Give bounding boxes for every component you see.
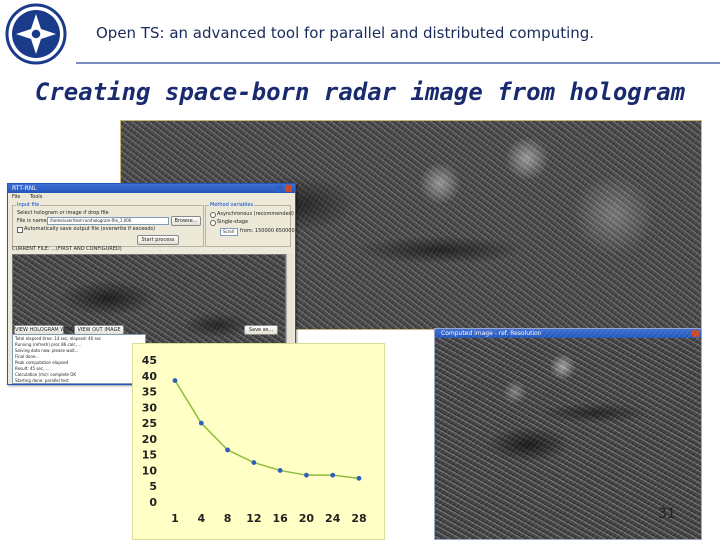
y-tick-label: 25 — [142, 417, 157, 430]
image-caption: CURRENT FILE: ...(FIRST AND CONFIGURED) — [12, 246, 122, 252]
institute-emblem-icon — [5, 3, 67, 65]
slide-header: Open TS: an advanced tool for parallel a… — [0, 0, 720, 68]
input-file-group-label: Input file — [16, 202, 41, 208]
x-tick-label: 16 — [272, 512, 288, 525]
method-group: Method variables Asynchronous (recommend… — [205, 202, 295, 247]
y-tick-label: 40 — [142, 370, 158, 383]
y-tick-label: 45 — [142, 354, 157, 367]
auto-save-checkbox[interactable] — [17, 227, 23, 233]
header-divider — [76, 62, 720, 64]
x-tick-label: 28 — [351, 512, 366, 525]
minimize-icon[interactable] — [276, 185, 283, 192]
asynchronous-label: Asynchronous (recommended) — [217, 211, 294, 217]
x-tick-label: 24 — [325, 512, 341, 525]
close-icon[interactable] — [692, 330, 699, 337]
x-tick-label: 12 — [246, 512, 261, 525]
data-point — [356, 475, 362, 481]
menu-item-file[interactable]: File — [12, 194, 20, 200]
auto-save-label: Automatically save output file (overwrit… — [24, 226, 156, 232]
y-tick-label: 20 — [142, 433, 158, 446]
x-tick-label: 8 — [224, 512, 232, 525]
series-line — [174, 380, 360, 480]
y-tick-label: 15 — [142, 449, 157, 462]
header-title: Open TS: an advanced tool for parallel a… — [96, 24, 595, 42]
data-point — [330, 472, 336, 478]
input-file-group: Input file Select hologram or image if d… — [12, 202, 204, 247]
data-point — [198, 420, 204, 426]
menu-item-tools[interactable]: Tools — [30, 194, 42, 200]
result-window-title: Computed image - ref. Resolution — [441, 330, 542, 337]
result-window-titlebar[interactable]: Computed image - ref. Resolution — [435, 329, 701, 338]
x-tick-label: 4 — [197, 512, 205, 525]
page-number: 31 — [658, 506, 676, 522]
close-icon[interactable] — [285, 185, 292, 192]
select-hologram-label: Select hologram or image if drop file — [17, 210, 109, 216]
file-path-field[interactable]: /home/user/test-run/hologram-file_1.000 — [47, 217, 169, 225]
method-group-label: Method variables — [209, 202, 255, 208]
asynchronous-radio[interactable] — [210, 212, 216, 218]
save-as-button[interactable]: Save as... — [244, 325, 278, 335]
data-point — [172, 378, 178, 383]
data-point — [251, 460, 257, 465]
browse-button[interactable]: Browse... — [171, 216, 201, 226]
start-process-button[interactable]: Start process — [137, 235, 179, 245]
y-tick-label: 5 — [149, 480, 157, 493]
y-tick-label: 35 — [142, 386, 157, 399]
data-point — [304, 472, 309, 478]
menu-bar: File Tools — [8, 193, 295, 201]
y-tick-label: 10 — [142, 464, 158, 477]
single-stage-label: Single-stage — [217, 219, 249, 225]
data-point — [277, 468, 283, 473]
x-tick-label: 1 — [171, 512, 179, 525]
slide-title: Creating space-born radar image from hol… — [34, 78, 686, 106]
single-stage-radio[interactable] — [210, 220, 216, 226]
log-output: Total elapsed time: 14 sec, elapsed: 40 … — [12, 334, 146, 384]
scroll-field[interactable]: Scroll — [220, 228, 238, 236]
log-line: Starting done: parallel test — [15, 378, 69, 383]
data-point — [225, 447, 230, 453]
chart-plot: 0 5 10 15 20 25 30 35 40 45 1 4 8 12 16 20 24 28 — [142, 354, 367, 525]
y-tick-label: 0 — [149, 496, 157, 509]
app-title: RTT-RNL — [12, 185, 37, 192]
scroll-range-label: from: 150000 650000 — [240, 228, 295, 234]
y-tick-label: 30 — [142, 401, 158, 414]
speedup-chart: 0 5 10 15 20 25 30 35 40 45 1 4 8 12 16 20 24 28 — [132, 343, 385, 540]
app-titlebar[interactable]: RTT-RNL — [8, 184, 295, 193]
x-tick-label: 20 — [299, 512, 315, 525]
